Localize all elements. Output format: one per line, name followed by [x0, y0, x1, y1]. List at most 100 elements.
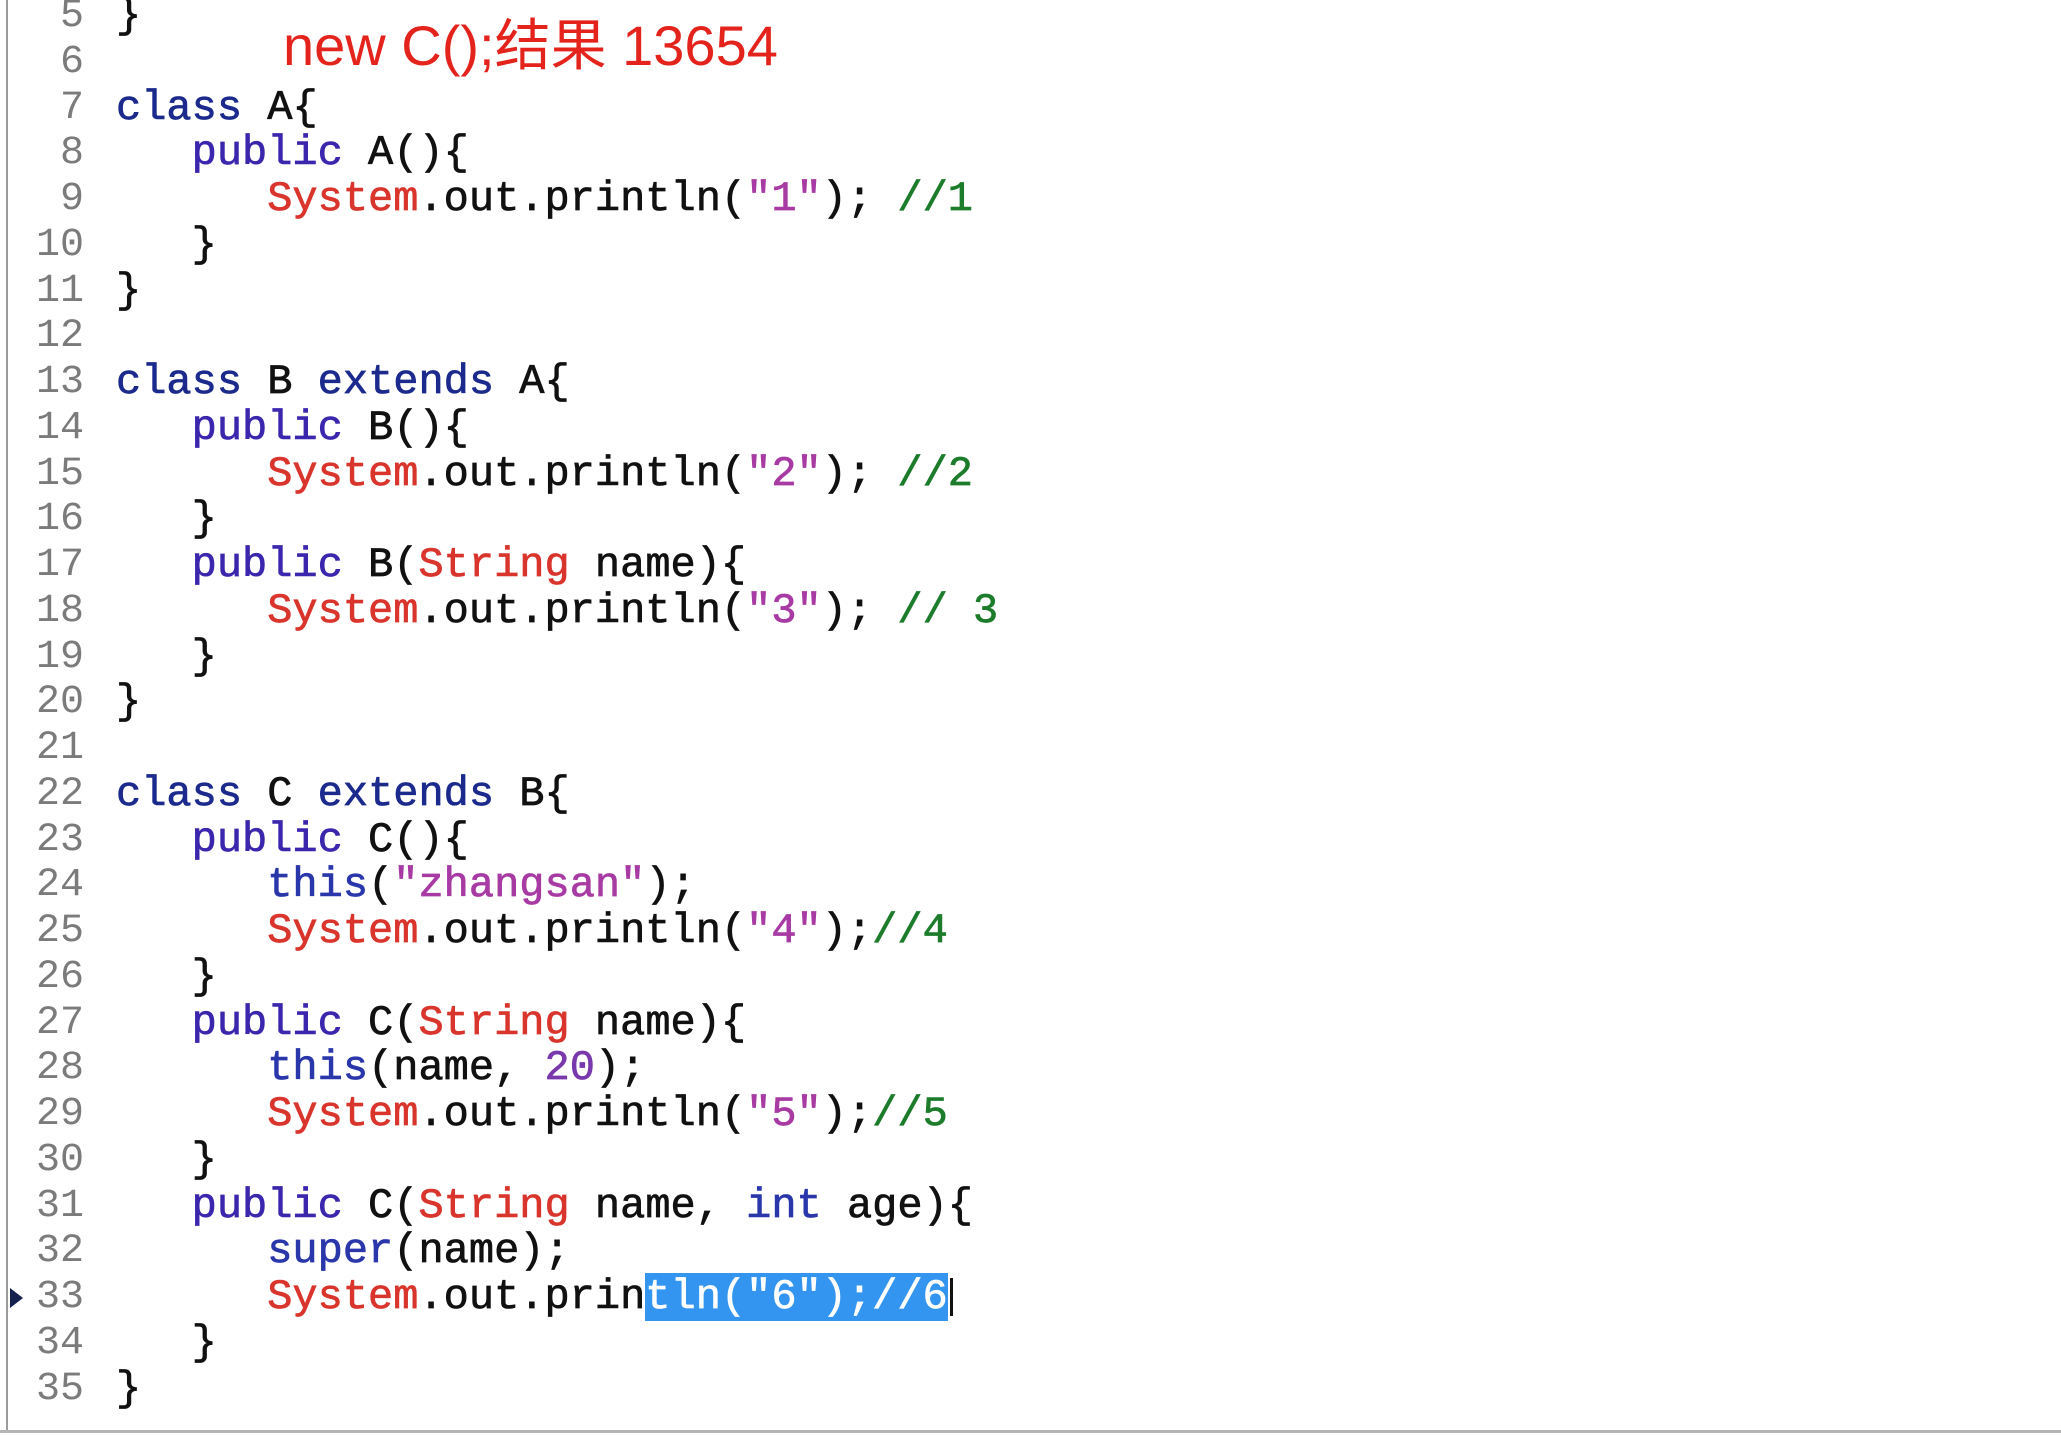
line-number: 26	[35, 954, 84, 1000]
line-number: 14	[35, 405, 84, 451]
code-line[interactable]: 21	[0, 726, 2000, 772]
code-line[interactable]: 26 }	[0, 954, 2000, 1001]
line-number: 10	[35, 222, 84, 268]
line-number: 27	[35, 1000, 84, 1046]
line-number: 29	[35, 1092, 84, 1137]
code-text: public C(String name, int age){	[116, 1181, 973, 1230]
code-token: class	[116, 358, 243, 406]
code-editor[interactable]: 5} 6 7 class A{8 public A(){9 System.out.pr…	[0, 0, 2061, 1430]
code-text: }	[116, 495, 217, 544]
code-token: .out.println(	[418, 907, 747, 955]
code-token: (name,	[368, 1044, 545, 1093]
code-token: int	[746, 1181, 822, 1230]
line-number: 22	[35, 771, 84, 817]
code-token: super	[116, 1227, 394, 1276]
code-token: B(){	[342, 403, 470, 452]
line-number: 23	[35, 817, 84, 863]
line-number: 18	[35, 588, 84, 634]
editor-bottom-border	[0, 1430, 2061, 1433]
line-number: 15	[35, 451, 84, 497]
line-number: 34	[35, 1320, 84, 1366]
line-number: 7	[59, 85, 84, 131]
code-line[interactable]: 34 }	[0, 1320, 2000, 1367]
code-token: (name);	[393, 1227, 570, 1276]
line-number: 33	[35, 1275, 84, 1320]
text-cursor	[949, 1277, 953, 1316]
code-line[interactable]: 9 System.out.println("1"); //1	[0, 175, 2000, 223]
code-token: }	[116, 266, 142, 315]
code-line[interactable]: 16 }	[0, 495, 2000, 544]
code-line[interactable]: 35}	[0, 1365, 2000, 1413]
code-line[interactable]: 19 }	[0, 633, 2000, 681]
code-text: System.out.println("5");//5	[116, 1090, 948, 1138]
code-token: C(	[342, 1181, 419, 1230]
code-text: public A(){	[116, 130, 469, 177]
code-token: String	[418, 1181, 570, 1230]
code-line[interactable]: 31 public C(String name, int age){	[0, 1181, 2000, 1230]
code-line[interactable]: 25 System.out.println("4");//4	[0, 907, 2000, 955]
code-token: public	[116, 815, 343, 864]
code-token: C(	[342, 998, 419, 1047]
code-line[interactable]: 33 System.out.println("6");//6	[0, 1273, 2000, 1321]
code-token: (	[368, 861, 394, 910]
code-line[interactable]: 24 this("zhangsan");	[0, 861, 2000, 910]
code-token: class	[116, 83, 243, 132]
code-line[interactable]: 12	[0, 314, 2000, 360]
code-text: }	[116, 954, 217, 1001]
code-token: A{	[494, 358, 570, 406]
code-text: class A{	[116, 83, 318, 132]
code-line[interactable]: 29 System.out.println("5");//5	[0, 1090, 2000, 1138]
code-text: public C(){	[116, 815, 469, 864]
code-line[interactable]: 14 public B(){	[0, 403, 2000, 452]
line-number: 25	[35, 909, 84, 954]
code-text: }	[116, 0, 142, 40]
code-line[interactable]: 18 System.out.println("3"); // 3	[0, 586, 2000, 635]
code-text: }	[116, 1320, 217, 1367]
line-number: 28	[35, 1046, 84, 1092]
code-token: C	[242, 769, 318, 818]
code-token: "4"	[746, 907, 822, 955]
code-line[interactable]: 28 this(name, 20);	[0, 1044, 2000, 1093]
code-area[interactable]: 5} 6 7 class A{8 public A(){9 System.out.pr…	[0, 0, 2040, 1412]
code-token: public	[116, 1181, 343, 1230]
code-line[interactable]: 30 }	[0, 1137, 2000, 1184]
selected-text: tln("6");//6	[645, 1273, 948, 1321]
code-token: name){	[569, 998, 747, 1047]
code-token: "3"	[746, 586, 822, 635]
code-token: this	[116, 861, 369, 910]
code-token: );	[821, 449, 898, 498]
line-number: 21	[35, 726, 84, 771]
code-token: System	[116, 175, 419, 223]
code-line[interactable]: 22 class C extends B{	[0, 769, 2000, 818]
code-token: this	[116, 1044, 369, 1093]
code-token: );	[821, 1090, 873, 1138]
line-number: 20	[35, 680, 84, 726]
line-number: 31	[35, 1183, 84, 1229]
code-text: System.out.println("6");//6	[116, 1273, 953, 1321]
code-token: .out.println(	[418, 586, 747, 635]
code-line[interactable]: 20}	[0, 679, 2000, 726]
code-text: class C extends B{	[116, 769, 570, 818]
code-line[interactable]: 10 }	[0, 222, 2000, 269]
code-text: public B(String name){	[116, 542, 746, 589]
code-token: .out.println(	[418, 449, 747, 498]
code-line[interactable]: 23 public C(){	[0, 815, 2000, 864]
code-token: name,	[569, 1181, 747, 1230]
code-line[interactable]: 32 super(name);	[0, 1227, 2000, 1276]
code-token: }	[116, 495, 217, 544]
code-line[interactable]: 27 public C(String name){	[0, 998, 2000, 1047]
code-token: public	[116, 998, 343, 1047]
line-number: 24	[35, 863, 84, 909]
code-line[interactable]: 15 System.out.println("2"); //2	[0, 449, 2000, 498]
line-number: 19	[35, 634, 84, 680]
code-line[interactable]: 17 public B(String name){	[0, 542, 2000, 589]
code-token: );	[821, 175, 898, 223]
code-text: }	[116, 1365, 142, 1413]
line-number: 8	[59, 131, 84, 177]
code-text: System.out.println("2"); //2	[116, 449, 973, 498]
code-text: public C(String name){	[116, 998, 747, 1047]
code-line[interactable]: 7 class A{	[0, 83, 2000, 132]
code-line[interactable]: 13 class B extends A{	[0, 358, 2000, 406]
code-line[interactable]: 8 public A(){	[0, 130, 2000, 177]
code-line[interactable]: 11}	[0, 266, 2000, 315]
